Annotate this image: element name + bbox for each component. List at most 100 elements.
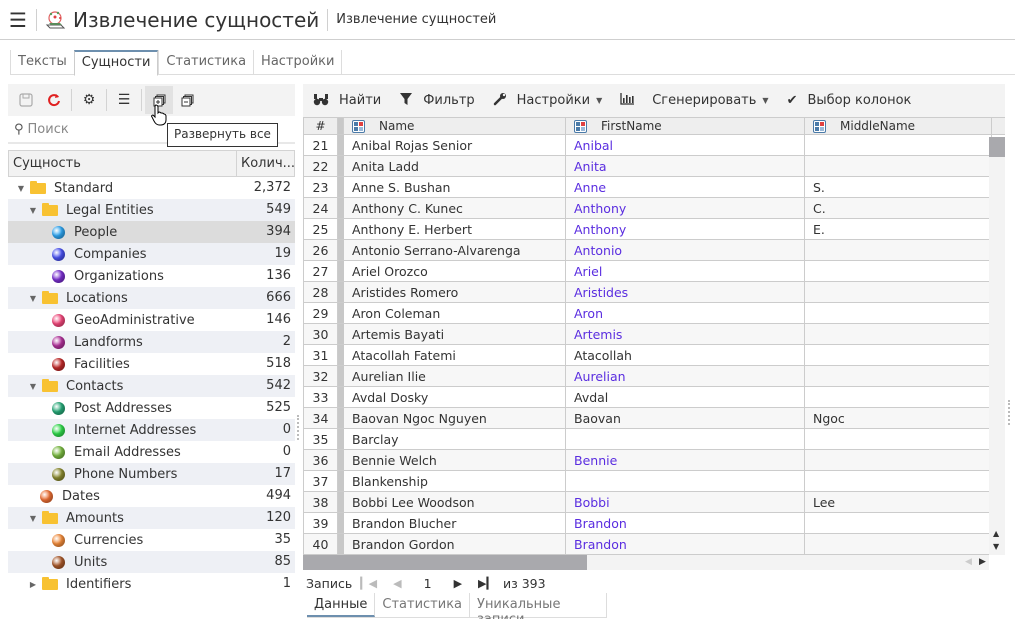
list-button[interactable]: ☰ — [110, 86, 138, 114]
firstname-cell[interactable]: Ariel — [566, 261, 805, 281]
caret-down-icon[interactable]: ▼ — [28, 206, 38, 215]
tree-item-contacts[interactable]: ▼ Contacts 542 — [8, 375, 295, 397]
tree-item-geoadministrative[interactable]: GeoAdministrative 146 — [8, 309, 295, 331]
last-record-icon[interactable]: ▶▎ — [478, 577, 495, 590]
table-row[interactable]: 39 Brandon Blucher Brandon — [303, 513, 1005, 534]
table-row[interactable]: 35 Barclay — [303, 429, 1005, 450]
generate-dropdown-button[interactable]: Сгенерировать ▼ — [620, 92, 769, 109]
collapse-all-button[interactable] — [173, 86, 201, 114]
table-row[interactable]: 27 Ariel Orozco Ariel — [303, 261, 1005, 282]
middlename-cell[interactable] — [805, 240, 992, 260]
middlename-cell[interactable] — [805, 303, 992, 323]
firstname-cell[interactable]: Bobbi — [566, 492, 805, 512]
caret-down-icon[interactable]: ▼ — [28, 382, 38, 391]
table-row[interactable]: 37 Blankenship — [303, 471, 1005, 492]
previous-record-icon[interactable]: ◀ — [393, 577, 401, 590]
firstname-cell[interactable]: Artemis — [566, 324, 805, 344]
middlename-cell[interactable] — [805, 513, 992, 533]
column-header-count[interactable]: Колич... — [236, 151, 295, 176]
table-row[interactable]: 40 Brandon Gordon Brandon — [303, 534, 1005, 555]
column-header-firstname[interactable]: FirstName — [566, 118, 805, 134]
row-number-cell[interactable]: 35 — [304, 429, 338, 449]
tree-item-email-addresses[interactable]: Email Addresses 0 — [8, 441, 295, 463]
row-number-cell[interactable]: 22 — [304, 156, 338, 176]
row-number-cell[interactable]: 24 — [304, 198, 338, 218]
row-number-cell[interactable]: 23 — [304, 177, 338, 197]
firstname-cell[interactable]: Antonio — [566, 240, 805, 260]
middlename-cell[interactable] — [805, 282, 992, 302]
row-number-cell[interactable]: 40 — [304, 534, 338, 554]
filter-button[interactable]: Фильтр — [399, 92, 475, 110]
row-number-cell[interactable]: 32 — [304, 366, 338, 386]
table-row[interactable]: 32 Aurelian Ilie Aurelian — [303, 366, 1005, 387]
current-record[interactable]: 1 — [424, 576, 432, 591]
tree-item-currencies[interactable]: Currencies 35 — [8, 529, 295, 551]
middlename-cell[interactable]: C. — [805, 198, 992, 218]
tree-item-standard[interactable]: ▼ Standard 2,372 — [8, 177, 295, 199]
firstname-cell[interactable]: Anita — [566, 156, 805, 176]
row-number-cell[interactable]: 34 — [304, 408, 338, 428]
tree-item-organizations[interactable]: Organizations 136 — [8, 265, 295, 287]
middlename-cell[interactable]: E. — [805, 219, 992, 239]
horizontal-scrollbar[interactable]: ◀ ▶ — [303, 555, 989, 570]
column-header-entity[interactable]: Сущность — [9, 151, 236, 176]
caret-down-icon[interactable]: ▼ — [16, 184, 26, 193]
save-button[interactable] — [12, 86, 40, 114]
tree-item-internet-addresses[interactable]: Internet Addresses 0 — [8, 419, 295, 441]
firstname-cell[interactable]: Bennie — [566, 450, 805, 470]
scroll-left-arrow-icon[interactable]: ◀ — [965, 557, 972, 567]
firstname-cell[interactable]: Anthony — [566, 219, 805, 239]
table-row[interactable]: 23 Anne S. Bushan Anne S. — [303, 177, 1005, 198]
middlename-cell[interactable] — [805, 345, 992, 365]
middlename-cell[interactable]: S. — [805, 177, 992, 197]
panel-splitter[interactable] — [297, 415, 299, 440]
name-cell[interactable]: Blankenship — [344, 471, 566, 491]
tree-item-phone-numbers[interactable]: Phone Numbers 17 — [8, 463, 295, 485]
table-row[interactable]: 29 Aron Coleman Aron — [303, 303, 1005, 324]
firstname-cell[interactable]: Aristides — [566, 282, 805, 302]
column-header-middlename[interactable]: MiddleName — [805, 118, 992, 134]
refresh-button[interactable] — [40, 86, 68, 114]
column-header-name[interactable]: Name — [344, 118, 566, 134]
column-header-number[interactable]: # — [304, 118, 338, 134]
name-cell[interactable]: Anthony C. Kunec — [344, 198, 566, 218]
table-row[interactable]: 25 Anthony E. Herbert Anthony E. — [303, 219, 1005, 240]
table-row[interactable]: 28 Aristides Romero Aristides — [303, 282, 1005, 303]
middlename-cell[interactable]: Ngoc — [805, 408, 992, 428]
name-cell[interactable]: Avdal Dosky — [344, 387, 566, 407]
row-number-cell[interactable]: 26 — [304, 240, 338, 260]
tab-data[interactable]: Данные — [307, 593, 376, 617]
row-number-cell[interactable]: 33 — [304, 387, 338, 407]
table-row[interactable]: 26 Antonio Serrano-Alvarenga Antonio — [303, 240, 1005, 261]
middlename-cell[interactable] — [805, 471, 992, 491]
tab-entities[interactable]: Сущности — [73, 50, 159, 76]
tab-texts[interactable]: Тексты — [10, 50, 74, 75]
row-number-cell[interactable]: 39 — [304, 513, 338, 533]
middlename-cell[interactable] — [805, 387, 992, 407]
name-cell[interactable]: Aristides Romero — [344, 282, 566, 302]
row-number-cell[interactable]: 30 — [304, 324, 338, 344]
first-record-icon[interactable]: ▎◀ — [360, 577, 377, 590]
tree-item-people[interactable]: People 394 — [8, 221, 295, 243]
tree-item-dates[interactable]: Dates 494 — [8, 485, 295, 507]
middlename-cell[interactable] — [805, 534, 992, 554]
name-cell[interactable]: Anthony E. Herbert — [344, 219, 566, 239]
tree-item-landforms[interactable]: Landforms 2 — [8, 331, 295, 353]
middlename-cell[interactable]: Lee — [805, 492, 992, 512]
settings-dropdown-button[interactable]: Настройки ▼ — [493, 92, 602, 110]
tree-item-amounts[interactable]: ▼ Amounts 120 — [8, 507, 295, 529]
name-cell[interactable]: Bobbi Lee Woodson — [344, 492, 566, 512]
firstname-cell[interactable]: Brandon — [566, 513, 805, 533]
firstname-cell[interactable]: Anthony — [566, 198, 805, 218]
panel-splitter-right[interactable] — [1008, 400, 1010, 425]
name-cell[interactable]: Brandon Gordon — [344, 534, 566, 554]
name-cell[interactable]: Anne S. Bushan — [344, 177, 566, 197]
vertical-scrollbar[interactable]: ▲ ▼ — [989, 137, 1005, 555]
table-row[interactable]: 34 Baovan Ngoc Nguyen Baovan Ngoc — [303, 408, 1005, 429]
table-row[interactable]: 36 Bennie Welch Bennie — [303, 450, 1005, 471]
name-cell[interactable]: Baovan Ngoc Nguyen — [344, 408, 566, 428]
firstname-cell[interactable]: Atacollah — [566, 345, 805, 365]
hamburger-icon[interactable]: ☰ — [0, 0, 36, 40]
row-number-cell[interactable]: 38 — [304, 492, 338, 512]
tree-item-companies[interactable]: Companies 19 — [8, 243, 295, 265]
